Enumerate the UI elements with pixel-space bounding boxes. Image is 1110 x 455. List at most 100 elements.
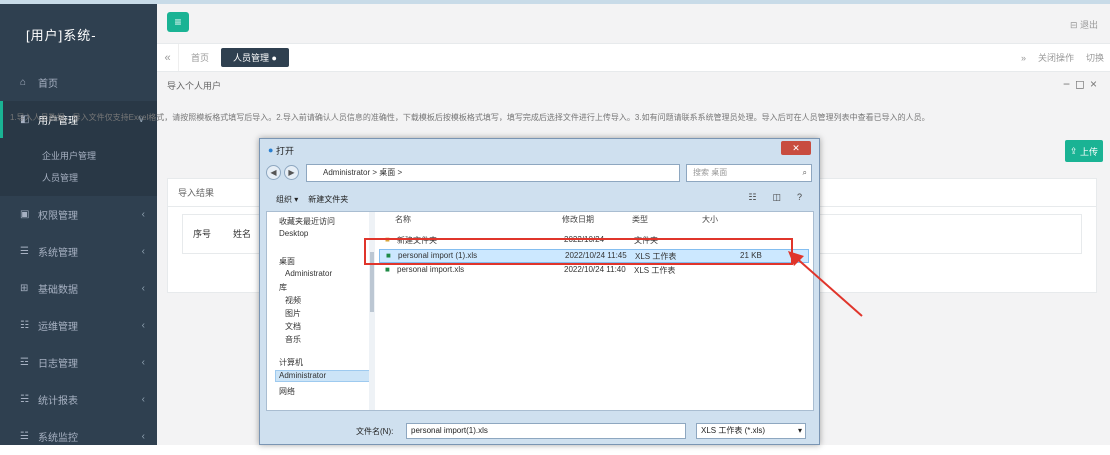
upload-label: 上传 bbox=[1080, 146, 1099, 157]
tree-item[interactable]: 收藏夹最近访问 bbox=[279, 216, 335, 227]
home-icon: ⌂ bbox=[20, 77, 27, 88]
tree-item[interactable]: 图片 bbox=[285, 308, 301, 319]
annotation-highlight-box bbox=[364, 238, 793, 265]
filename-row: 文件名(N): personal import(1).xls XLS 工作表 (… bbox=[266, 421, 814, 443]
sidebar-item-permissions[interactable]: ▣ 权限管理 ‹ bbox=[0, 196, 157, 233]
tab-label: 人员管理 bbox=[233, 53, 270, 63]
upload-icon: ⇪ bbox=[1069, 145, 1078, 156]
sidebar-item-label: 权限管理 bbox=[38, 211, 78, 222]
switch-tab-menu[interactable]: 切换 bbox=[1080, 51, 1110, 64]
close-tabs-menu[interactable]: 关闭操作 bbox=[1032, 51, 1080, 64]
close-icon[interactable]: ● bbox=[272, 53, 277, 63]
sidebar-item-logs[interactable]: ☲ 日志管理 ‹ bbox=[0, 344, 157, 381]
sidebar-item-label: 统计报表 bbox=[38, 396, 78, 407]
tab-scroll-right-button[interactable]: » bbox=[1015, 53, 1032, 63]
organize-menu[interactable]: 组织 ▾ bbox=[276, 194, 298, 205]
file-row[interactable]: ■ personal import.xls 2022/10/24 11:40 X… bbox=[379, 264, 809, 278]
sidebar-item-label: 首页 bbox=[38, 79, 58, 90]
sidebar-item-system[interactable]: ☰ 系统管理 ‹ bbox=[0, 233, 157, 270]
topbar: ≡ ⊟ 退出 bbox=[157, 4, 1110, 44]
sidebar-item-label: 系统监控 bbox=[38, 433, 78, 444]
table-header-index: 序号 bbox=[193, 229, 212, 239]
chevron-left-icon: ‹ bbox=[141, 431, 145, 442]
back-arrow-icon[interactable]: ◀ bbox=[266, 165, 281, 180]
tab-home[interactable]: 首页 bbox=[179, 44, 221, 71]
tab-scroll-left-button[interactable]: « bbox=[157, 44, 179, 71]
filename-label: 文件名(N): bbox=[356, 427, 394, 436]
file-date: 2022/10/24 11:40 bbox=[564, 265, 626, 274]
address-row: ◀ ▶ Administrator > 桌面 > 搜索 桌面 ⌕ bbox=[266, 163, 814, 185]
navigation-tree: 收藏夹最近访问 Desktop 桌面 Administrator 库 视频 图片… bbox=[267, 212, 375, 410]
maximize-icon[interactable]: ◻ bbox=[1075, 77, 1090, 91]
table-header-name: 姓名 bbox=[233, 229, 252, 239]
logout-link[interactable]: ⊟ 退出 bbox=[1070, 18, 1098, 31]
tree-item[interactable]: Administrator bbox=[279, 371, 326, 380]
sidebar-item-home[interactable]: ⌂ 首页 bbox=[0, 64, 157, 101]
help-icon[interactable]: ? bbox=[797, 192, 808, 202]
tree-item[interactable]: 音乐 bbox=[285, 334, 301, 345]
search-icon: ⌕ bbox=[802, 168, 807, 177]
close-icon[interactable]: × bbox=[1090, 77, 1102, 91]
logout-label: 退出 bbox=[1079, 20, 1098, 30]
excel-file-icon: ■ bbox=[385, 265, 390, 274]
column-header-date[interactable]: 修改日期 bbox=[562, 214, 594, 225]
sidebar-item-ops[interactable]: ☷ 运维管理 ‹ bbox=[0, 307, 157, 344]
sidebar-item-label: 运维管理 bbox=[38, 322, 78, 333]
tree-item[interactable]: 计算机 bbox=[279, 357, 303, 368]
column-header-size[interactable]: 大小 bbox=[702, 214, 718, 225]
import-description: 1.导入人员数据，导入文件仅支持Excel格式，请按照模板格式填写后导入。2.导… bbox=[10, 113, 930, 122]
tree-item[interactable]: 库 bbox=[279, 282, 287, 293]
tree-item[interactable]: Administrator bbox=[285, 269, 332, 278]
column-header-type[interactable]: 类型 bbox=[632, 214, 648, 225]
sidebar: [用户]系统- ⌂ 首页 ◧ 用户管理 ∨ 企业用户管理 人员管理 ▣ 权限管理… bbox=[0, 4, 157, 445]
chart-icon: ☵ bbox=[20, 394, 29, 405]
search-placeholder: 搜索 桌面 bbox=[693, 168, 728, 177]
sidebar-item-monitor[interactable]: ☱ 系统监控 ‹ bbox=[0, 418, 157, 455]
file-type: XLS 工作表 bbox=[634, 266, 676, 275]
tree-item[interactable]: 桌面 bbox=[279, 256, 295, 267]
panel-header: 导入个人用户 −◻× bbox=[157, 72, 1110, 98]
panel-title: 导入个人用户 bbox=[167, 80, 222, 91]
lock-icon: ▣ bbox=[20, 209, 30, 220]
brand-title[interactable]: [用户]系统- bbox=[0, 4, 157, 64]
filename-input[interactable]: personal import(1).xls bbox=[406, 423, 686, 439]
database-icon: ⊞ bbox=[20, 283, 29, 294]
address-bar[interactable]: Administrator > 桌面 > bbox=[306, 164, 680, 182]
view-mode-icon[interactable]: ☷ bbox=[748, 192, 762, 202]
minimize-icon[interactable]: − bbox=[1063, 77, 1075, 91]
sidebar-submenu: 企业用户管理 人员管理 bbox=[0, 138, 157, 196]
column-header-name[interactable]: 名称 bbox=[395, 214, 411, 225]
sidebar-item-reports[interactable]: ☵ 统计报表 ‹ bbox=[0, 381, 157, 418]
dialog-search-input[interactable]: 搜索 桌面 ⌕ bbox=[686, 164, 812, 182]
chevron-down-icon: ▾ bbox=[797, 426, 802, 435]
new-folder-button[interactable]: 新建文件夹 bbox=[308, 194, 348, 205]
chevron-left-icon: ‹ bbox=[141, 209, 145, 220]
tab-personnel[interactable]: 人员管理 ● bbox=[221, 48, 289, 67]
tree-item[interactable]: Desktop bbox=[279, 229, 308, 238]
sidebar-subitem-personnel[interactable]: 人员管理 bbox=[0, 166, 157, 188]
filetype-select[interactable]: XLS 工作表 (*.xls) ▾ bbox=[696, 423, 806, 439]
chevron-left-icon: ‹ bbox=[141, 246, 145, 257]
upload-button[interactable]: ⇪ 上传 bbox=[1065, 140, 1103, 162]
dialog-title-bar: ● 打开 bbox=[260, 139, 819, 161]
monitor-icon: ☱ bbox=[20, 431, 29, 442]
dialog-close-button[interactable]: ✕ bbox=[781, 141, 811, 155]
sidebar-item-label: 日志管理 bbox=[38, 359, 78, 370]
window-controls[interactable]: −◻× bbox=[1063, 77, 1102, 91]
menu-toggle-button[interactable]: ≡ bbox=[167, 12, 189, 32]
forward-arrow-icon[interactable]: ▶ bbox=[284, 165, 299, 180]
view-options[interactable]: ☷ ◫? bbox=[738, 192, 808, 203]
dialog-title: 打开 bbox=[275, 145, 294, 156]
sidebar-subitem-company-users[interactable]: 企业用户管理 bbox=[0, 144, 157, 166]
gear-icon: ☰ bbox=[20, 246, 29, 257]
sidebar-item-basic-data[interactable]: ⊞ 基础数据 ‹ bbox=[0, 270, 157, 307]
dialog-app-icon: ● bbox=[268, 145, 276, 155]
tree-item[interactable]: 视频 bbox=[285, 295, 301, 306]
wrench-icon: ☷ bbox=[20, 320, 29, 331]
dialog-toolbar: 组织 ▾ 新建文件夹 ☷ ◫? bbox=[266, 189, 814, 209]
tree-item[interactable]: 文档 bbox=[285, 321, 301, 332]
preview-pane-icon[interactable]: ◫ bbox=[772, 192, 787, 202]
chevron-left-icon: ‹ bbox=[141, 283, 145, 294]
tree-item[interactable]: 网络 bbox=[279, 386, 295, 397]
filetype-value: XLS 工作表 (*.xls) bbox=[701, 426, 766, 435]
